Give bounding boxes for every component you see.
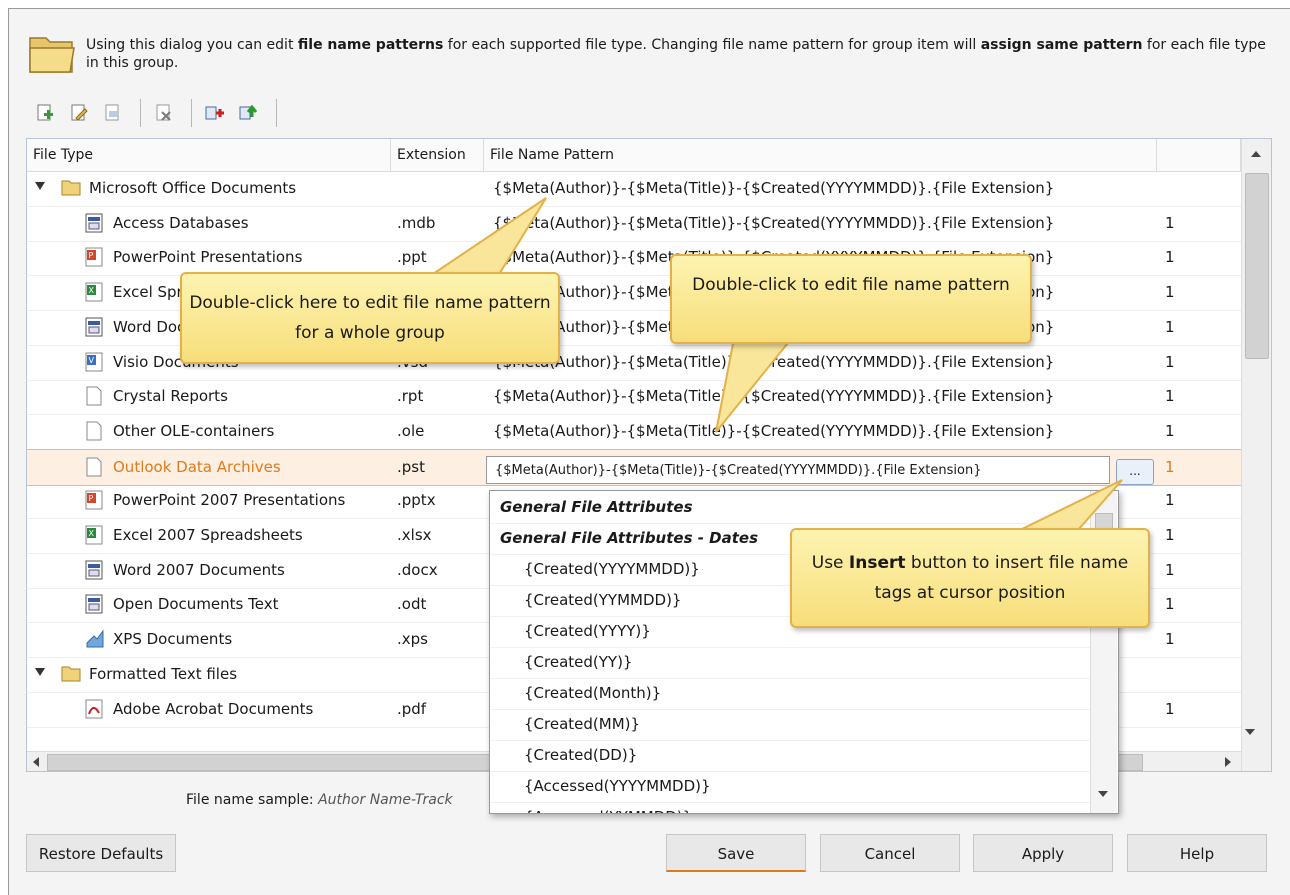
callout-group-edit: Double-click here to edit file name patt… bbox=[180, 272, 560, 364]
callout-tails bbox=[426, 197, 1123, 531]
callout-insert-button: Use Insert button to insert file name ta… bbox=[790, 528, 1150, 628]
callout-pattern-edit: Double-click to edit file name pattern bbox=[670, 254, 1032, 344]
